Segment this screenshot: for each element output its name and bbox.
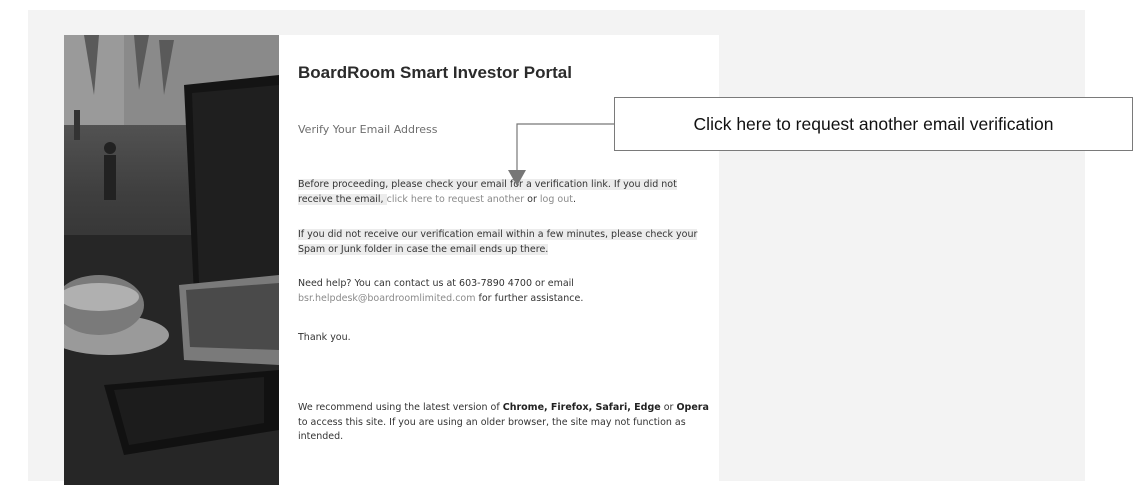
help-paragraph: Need help? You can contact us at 603-789…	[298, 277, 713, 306]
page-subtitle: Verify Your Email Address	[298, 123, 438, 136]
thanks-paragraph: Thank you.	[298, 331, 713, 346]
laptop-cafe-photo	[64, 35, 279, 485]
annotation-callout: Click here to request another email veri…	[614, 97, 1133, 151]
period-text: .	[572, 193, 576, 205]
instruction-paragraph: Before proceeding, please check your ema…	[298, 178, 713, 207]
request-another-link[interactable]: click here to request another	[387, 194, 525, 205]
log-out-link[interactable]: log out	[540, 194, 573, 205]
help-text: Need help? You can contact us at 603-789…	[298, 278, 574, 289]
browser-or: or	[660, 402, 677, 413]
browser-list: Chrome, Firefox, Safari, Edge	[502, 402, 661, 413]
browser-text: We recommend using the latest version of	[298, 402, 503, 413]
spam-paragraph: If you did not receive our verification …	[298, 228, 713, 257]
portal-title: BoardRoom Smart Investor Portal	[298, 63, 572, 82]
helpdesk-email-link[interactable]: bsr.helpdesk@boardroomlimited.com	[298, 293, 476, 304]
hero-photo	[64, 35, 279, 485]
spam-text: If you did not receive our verification …	[298, 229, 698, 255]
thanks-text: Thank you.	[298, 332, 351, 343]
browser-opera: Opera	[676, 402, 709, 413]
browser-text-end: to access this site. If you are using an…	[298, 416, 686, 443]
help-text-end: for further assistance.	[475, 292, 584, 304]
or-text: or	[524, 193, 540, 205]
browser-paragraph: We recommend using the latest version of…	[298, 401, 713, 445]
